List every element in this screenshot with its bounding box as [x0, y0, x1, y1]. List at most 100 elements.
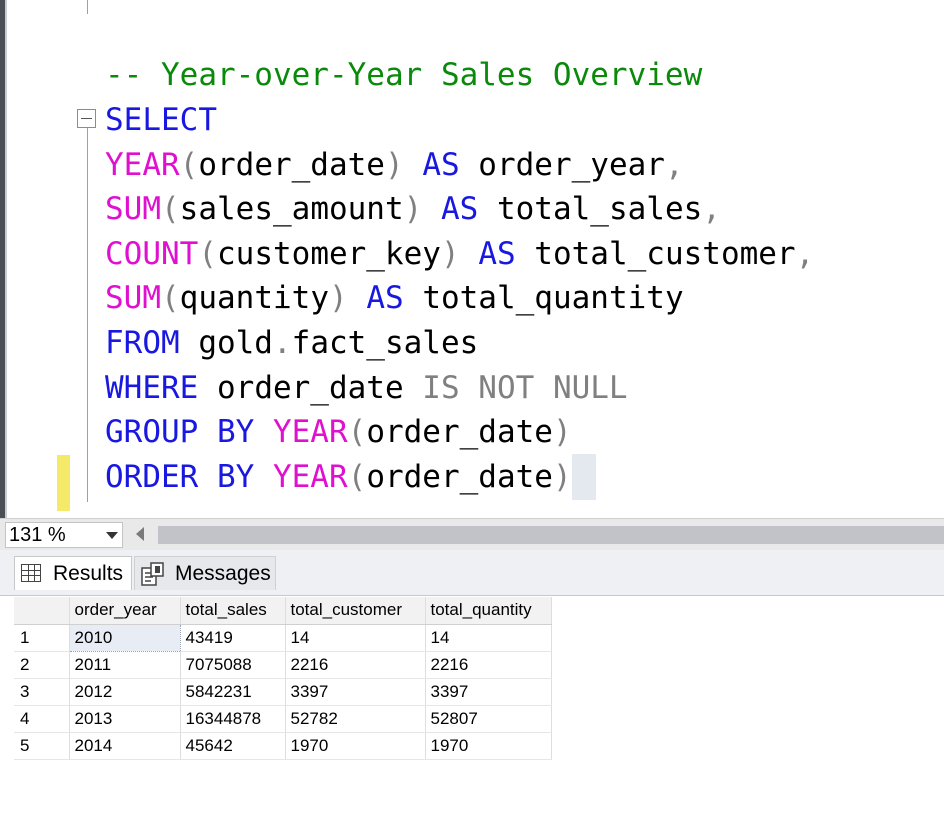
code-token: total_sales	[478, 191, 703, 227]
table-row[interactable]: 4 2013 16344878 52782 52807	[14, 705, 552, 733]
grid-cell[interactable]: 1970	[425, 732, 552, 760]
code-token: ,	[664, 147, 684, 183]
column-header[interactable]: order_year	[69, 597, 181, 625]
code-token: (	[161, 191, 180, 227]
grid-cell[interactable]: 2013	[69, 705, 181, 733]
collapse-icon[interactable]	[77, 109, 96, 128]
caret-highlight	[572, 454, 596, 500]
code-token: fact_sales	[291, 325, 479, 361]
column-header[interactable]: total_customer	[285, 597, 426, 625]
code-token: order_date	[366, 459, 553, 495]
column-header[interactable]: total_quantity	[425, 597, 552, 625]
grid-cell[interactable]: 2012	[69, 678, 181, 706]
code-token: SUM	[105, 280, 161, 316]
grid-icon	[21, 564, 41, 582]
chevron-down-icon[interactable]	[106, 532, 118, 539]
column-header[interactable]: total_sales	[180, 597, 286, 625]
code-token: SELECT	[105, 102, 217, 138]
grid-cell[interactable]: 2014	[69, 732, 181, 760]
horizontal-scrollbar-thumb[interactable]	[158, 526, 944, 544]
code-token: AS	[366, 280, 404, 316]
code-token: AS	[478, 236, 516, 272]
grid-cell[interactable]: 2010	[68, 623, 181, 652]
table-row[interactable]: 1 2010 43419 14 14	[14, 623, 552, 652]
grid-cell[interactable]: 52782	[285, 705, 426, 733]
grid-corner-cell[interactable]	[14, 597, 70, 625]
code-token: order_date	[198, 370, 423, 406]
grid-cell[interactable]: 7075088	[180, 651, 286, 679]
code-token: sales_amount	[179, 191, 404, 227]
grid-cell[interactable]: 3397	[425, 678, 552, 706]
code-line-where[interactable]: WHERE order_date IS NOT NULL	[105, 366, 628, 410]
grid-cell[interactable]: 2216	[425, 651, 552, 679]
code-line-count[interactable]: COUNT(customer_key) AS total_customer,	[105, 232, 814, 276]
row-number[interactable]: 5	[14, 732, 70, 760]
clipped-previous-line	[367, 0, 637, 6]
grid-cell[interactable]: 14	[425, 624, 552, 652]
code-line-sum-qty[interactable]: SUM(quantity) AS total_quantity	[105, 276, 684, 320]
zoom-dropdown[interactable]: 131 %	[5, 522, 123, 548]
grid-cell[interactable]: 43419	[180, 624, 286, 652]
code-token: (	[161, 280, 180, 316]
code-token: ,	[795, 236, 815, 272]
query-editor[interactable]: -- Year-over-Year Sales Overview SELECT Y…	[0, 0, 944, 518]
grid-cell[interactable]: 1970	[285, 732, 426, 760]
code-token: order_date	[366, 414, 553, 450]
code-token: ,	[702, 191, 721, 227]
results-tabs-bar: Results Messages	[0, 550, 944, 596]
row-number[interactable]: 3	[14, 678, 70, 706]
tab-messages[interactable]: Messages	[134, 556, 276, 590]
code-token: order_year	[459, 147, 665, 183]
grid-cell[interactable]: 2011	[69, 651, 181, 679]
outline-line-top	[87, 0, 88, 14]
code-token: total_customer	[515, 236, 796, 272]
code-line-select[interactable]: SELECT	[105, 98, 217, 142]
table-row[interactable]: 5 2014 45642 1970 1970	[14, 732, 552, 760]
code-line-from[interactable]: FROM gold.fact_sales	[105, 321, 478, 365]
row-number[interactable]: 1	[14, 624, 70, 652]
table-row[interactable]: 3 2012 5842231 3397 3397	[14, 678, 552, 706]
ssms-window: -- Year-over-Year Sales Overview SELECT Y…	[0, 0, 944, 814]
grid-cell[interactable]: 45642	[180, 732, 286, 760]
code-token: AS	[440, 191, 479, 227]
code-comment-line[interactable]: -- Year-over-Year Sales Overview	[105, 53, 702, 97]
grid-cell[interactable]: 5842231	[180, 678, 286, 706]
code-token: WHERE	[105, 370, 199, 406]
code-token: .	[272, 325, 292, 361]
grid-cell[interactable]: 14	[285, 624, 426, 652]
results-grid[interactable]: order_year total_sales total_customer total…	[14, 597, 552, 760]
code-line-order[interactable]: ORDER BY YEAR(order_date)	[105, 455, 572, 499]
row-number[interactable]: 2	[14, 651, 70, 679]
grid-cell[interactable]: 52807	[425, 705, 552, 733]
code-token: COUNT	[105, 236, 199, 272]
code-token: YEAR	[272, 414, 348, 450]
editor-left-border-inner	[5, 0, 7, 518]
grid-cell[interactable]: 2216	[285, 651, 426, 679]
code-token: total_quantity	[403, 280, 684, 316]
tab-results-label: Results	[53, 562, 124, 585]
code-line-group[interactable]: GROUP BY YEAR(order_date)	[105, 410, 572, 454]
tab-results[interactable]: Results	[14, 556, 132, 590]
row-number[interactable]: 4	[14, 705, 70, 733]
grid-cell[interactable]: 16344878	[180, 705, 286, 733]
code-token: gold	[179, 325, 273, 361]
code-token: YEAR	[105, 147, 180, 183]
code-token: FROM	[105, 325, 180, 361]
code-line-sum-sales[interactable]: SUM(sales_amount) AS total_sales,	[105, 187, 721, 231]
grid-cell[interactable]: 3397	[285, 678, 426, 706]
code-token: IS NOT NULL	[422, 370, 628, 406]
code-token: (	[347, 459, 367, 495]
scroll-left-arrow-icon[interactable]	[136, 527, 144, 541]
code-token: ORDER BY	[105, 459, 255, 495]
code-token: )	[440, 236, 460, 272]
code-line-year[interactable]: YEAR(order_date) AS order_year,	[105, 143, 684, 187]
grid-body: 1 2010 43419 14 14 2 2011 7075088 2216 2216 3 2012 5…	[14, 623, 552, 760]
code-token: AS	[422, 147, 460, 183]
editor-status-bar: 131 %	[0, 518, 944, 550]
table-row[interactable]: 2 2011 7075088 2216 2216	[14, 651, 552, 679]
outline-line	[87, 128, 88, 502]
